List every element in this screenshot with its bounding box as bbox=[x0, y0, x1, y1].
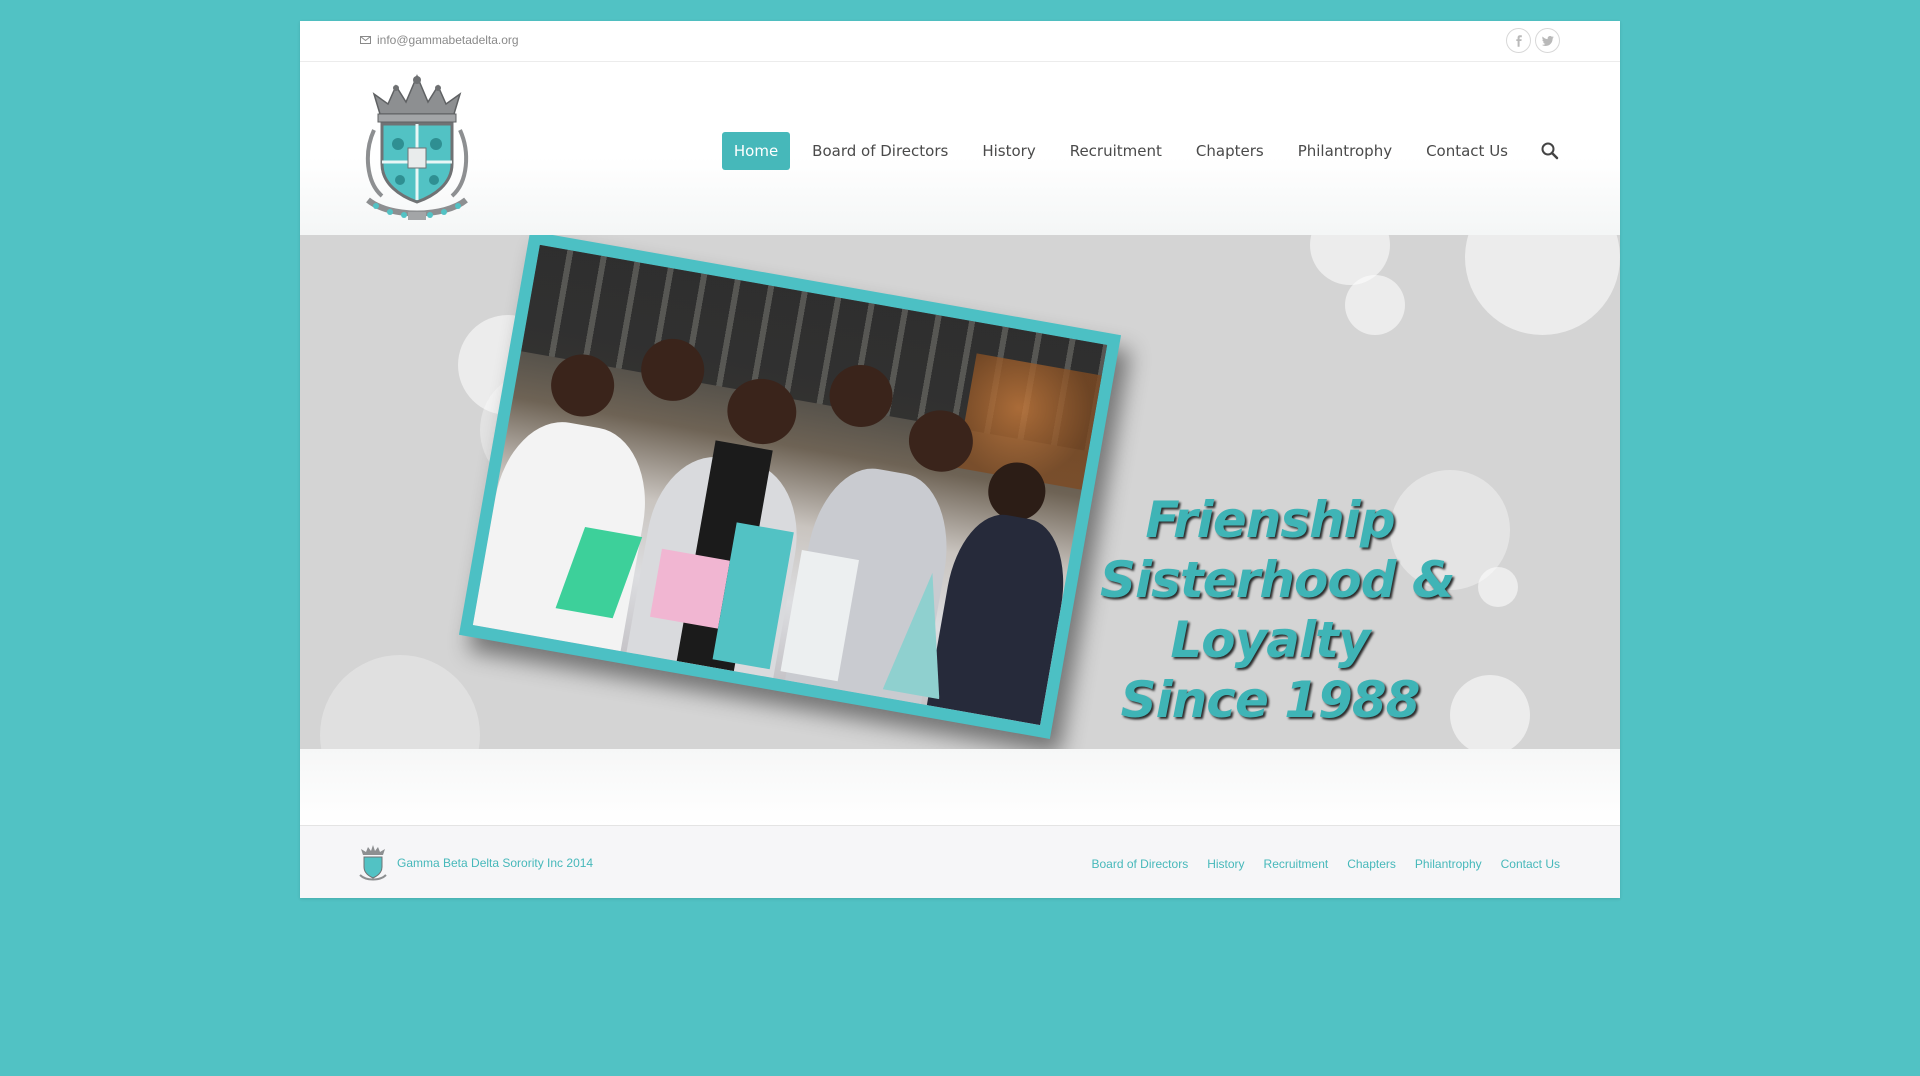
footer-link-philantrophy[interactable]: Philantrophy bbox=[1415, 857, 1482, 871]
bokeh-circle bbox=[1450, 675, 1530, 749]
content-area bbox=[300, 749, 1620, 826]
footer-copyright: Gamma Beta Delta Sorority Inc 2014 bbox=[397, 856, 594, 870]
group-photo bbox=[472, 244, 1108, 726]
top-bar: info@gammabetadelta.org bbox=[300, 21, 1620, 62]
mail-icon bbox=[360, 36, 371, 44]
nav-contact-us[interactable]: Contact Us bbox=[1414, 132, 1520, 170]
hero-tagline: Frienship Sisterhood & Loyalty Since 198… bbox=[1100, 490, 1455, 730]
footer-link-contact-us[interactable]: Contact Us bbox=[1501, 857, 1560, 871]
hero-slider[interactable]: Frienship Sisterhood & Loyalty Since 198… bbox=[300, 235, 1620, 749]
nav-recruitment[interactable]: Recruitment bbox=[1058, 132, 1174, 170]
sorority-crest-logo[interactable] bbox=[360, 72, 475, 222]
social-links bbox=[1506, 28, 1560, 53]
contact-email[interactable]: info@gammabetadelta.org bbox=[360, 33, 519, 47]
bokeh-circle bbox=[1465, 235, 1620, 335]
site-header: Home Board of Directors History Recruitm… bbox=[300, 62, 1620, 235]
facebook-icon[interactable] bbox=[1506, 28, 1531, 53]
footer-nav: Board of Directors History Recruitment C… bbox=[1072, 857, 1560, 871]
nav-history[interactable]: History bbox=[970, 132, 1047, 170]
footer-link-recruitment[interactable]: Recruitment bbox=[1264, 857, 1329, 871]
group-photo-frame bbox=[458, 235, 1122, 739]
nav-chapters[interactable]: Chapters bbox=[1184, 132, 1276, 170]
footer-link-board-of-directors[interactable]: Board of Directors bbox=[1091, 857, 1188, 871]
tagline-line-2: Sisterhood & bbox=[1100, 551, 1455, 609]
nav-board-of-directors[interactable]: Board of Directors bbox=[800, 132, 960, 170]
footer-crest-logo[interactable] bbox=[358, 844, 388, 882]
footer-link-history[interactable]: History bbox=[1207, 857, 1244, 871]
email-text: info@gammabetadelta.org bbox=[377, 33, 519, 47]
bokeh-circle bbox=[1478, 567, 1518, 607]
main-nav: Home Board of Directors History Recruitm… bbox=[712, 132, 1560, 170]
bokeh-circle bbox=[320, 655, 480, 749]
bokeh-circle bbox=[1345, 275, 1405, 335]
tagline-line-4: Since 1988 bbox=[1120, 671, 1421, 729]
tagline-line-3: Loyalty bbox=[1170, 611, 1370, 669]
search-icon[interactable] bbox=[1540, 141, 1560, 161]
tagline-line-1: Frienship bbox=[1145, 491, 1395, 549]
twitter-icon[interactable] bbox=[1535, 28, 1560, 53]
site-footer: Gamma Beta Delta Sorority Inc 2014 Board… bbox=[300, 826, 1620, 898]
nav-philantrophy[interactable]: Philantrophy bbox=[1286, 132, 1404, 170]
page-container: info@gammabetadelta.org Home Board of Di… bbox=[300, 21, 1620, 898]
nav-home[interactable]: Home bbox=[721, 132, 791, 170]
footer-link-chapters[interactable]: Chapters bbox=[1347, 857, 1396, 871]
